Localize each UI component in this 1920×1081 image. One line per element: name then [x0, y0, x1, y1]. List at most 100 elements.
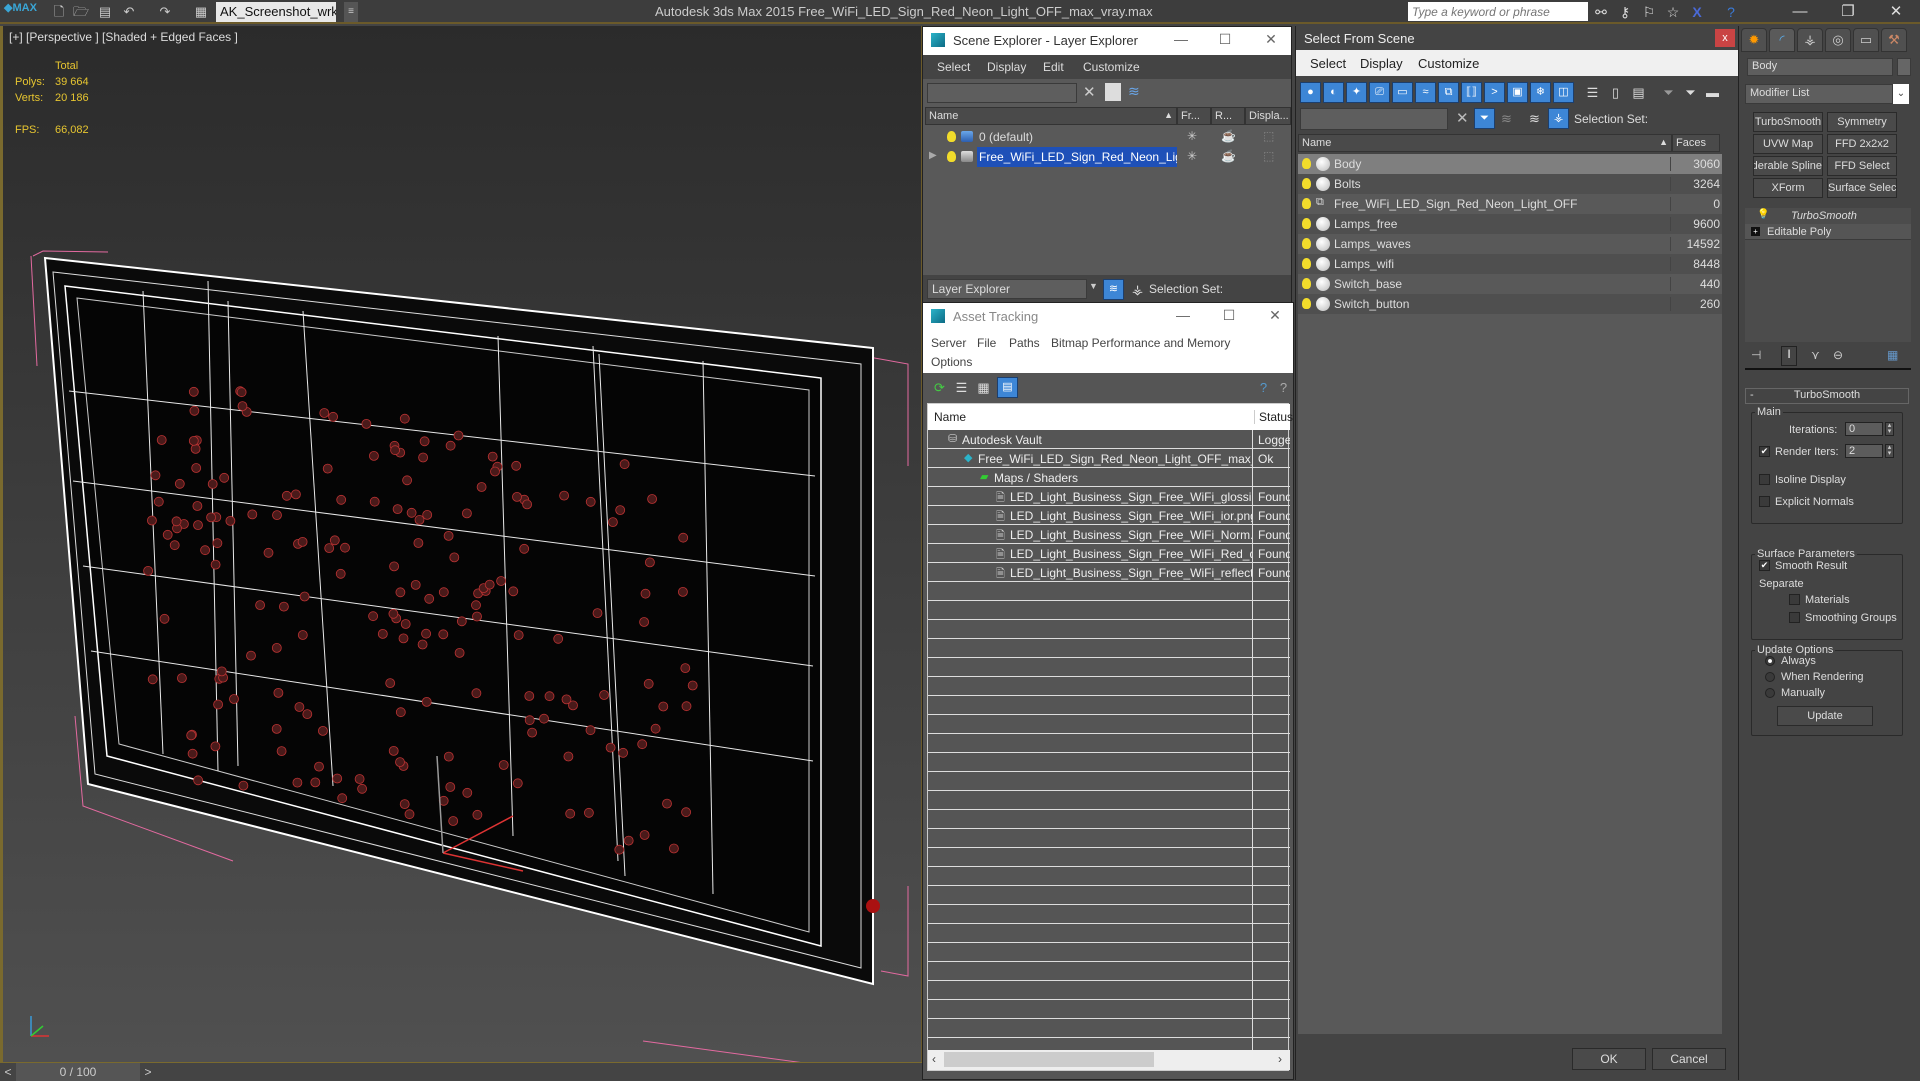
modifier-surface-select-button[interactable]: Surface Select — [1827, 178, 1897, 198]
object-name-field[interactable]: Body — [1747, 58, 1893, 76]
chevron-down-icon[interactable]: ⌄ — [1893, 84, 1909, 104]
object-row[interactable]: Switch_button 260 — [1298, 294, 1722, 314]
menu-server[interactable]: Server — [931, 336, 966, 350]
update-manually-radio[interactable] — [1765, 688, 1775, 698]
scene-explorer-search-input[interactable] — [927, 83, 1077, 103]
expand-plus-icon[interactable]: + — [1751, 227, 1760, 236]
save-icon[interactable]: ▤ — [96, 3, 114, 21]
undo-icon[interactable]: ↶ — [120, 3, 138, 21]
display-box-icon[interactable]: ⬚ — [1263, 149, 1274, 163]
list-view-icon[interactable]: ☰ — [951, 377, 972, 398]
help-icon[interactable]: ? — [1253, 377, 1274, 398]
maximize-button[interactable]: ☐ — [1217, 307, 1241, 327]
menu-display[interactable]: Display — [1360, 56, 1403, 71]
lightbulb-icon[interactable] — [1302, 218, 1311, 229]
object-row[interactable]: Switch_base 440 — [1298, 274, 1722, 294]
help-icon[interactable]: ? — [1722, 3, 1740, 21]
collapse-icon[interactable]: - — [1750, 389, 1754, 401]
asset-row[interactable]: ▰ Maps / Shaders — [928, 468, 1290, 487]
expand-arrow-icon[interactable]: ▶ — [929, 150, 937, 161]
column-name[interactable]: Name ▲ — [925, 107, 1177, 125]
menu-file[interactable]: File — [977, 336, 996, 350]
horizontal-scrollbar[interactable]: ‹ › — [928, 1050, 1290, 1070]
ok-button[interactable]: OK — [1572, 1048, 1646, 1070]
menu-edit[interactable]: Edit — [1043, 60, 1064, 74]
stack-item[interactable]: 💡 TurboSmooth — [1745, 208, 1911, 224]
clear-search-icon[interactable]: ✕ — [1456, 109, 1469, 127]
update-when-rendering-radio[interactable] — [1765, 672, 1775, 682]
motion-tab-icon[interactable]: ◎ — [1825, 28, 1851, 52]
object-row[interactable]: Body 3060 — [1298, 154, 1722, 174]
layer-row[interactable]: ▶ Free_WiFi_LED_Sign_Red_Neon_Ligh... ✳ … — [925, 147, 1291, 167]
spacewarps-filter-icon[interactable]: ≈ — [1415, 82, 1436, 103]
menu-options[interactable]: Options — [931, 355, 972, 369]
column-name[interactable]: Name — [934, 410, 966, 424]
render-teapot-icon[interactable]: ☕ — [1221, 129, 1236, 143]
make-unique-icon[interactable]: ⋎ — [1811, 348, 1820, 362]
helpers-filter-icon[interactable]: ▭ — [1392, 82, 1413, 103]
project-folder-icon[interactable]: ▦ — [192, 3, 210, 21]
sfs-search-input[interactable] — [1300, 108, 1448, 130]
select-all-icon[interactable]: ☰ — [1582, 82, 1603, 103]
layer-add-icon[interactable]: ≋ — [1128, 83, 1140, 100]
render-teapot-icon[interactable]: ☕ — [1221, 149, 1236, 163]
freeze-icon[interactable]: ✳ — [1187, 129, 1197, 143]
close-button[interactable]: ✕ — [1263, 307, 1287, 327]
workspace-menu-icon[interactable]: ≡ — [344, 2, 358, 22]
binoculars-icon[interactable]: ⚯ — [1592, 3, 1610, 21]
layer-row[interactable]: 0 (default) ✳ ☕ ⬚ — [925, 127, 1291, 147]
column-name[interactable]: Name ▲ — [1298, 134, 1672, 152]
modifier-ffd-button[interactable]: FFD 2x2x2 — [1827, 134, 1897, 154]
asset-row[interactable]: 🗎 LED_Light_Business_Sign_Free_WiFi_Norm.… — [928, 525, 1290, 544]
cancel-button[interactable]: Cancel — [1652, 1048, 1726, 1070]
utilities-tab-icon[interactable]: ⚒ — [1881, 28, 1907, 52]
select-invert-icon[interactable]: ▤ — [1628, 82, 1649, 103]
redo-icon[interactable]: ↷ — [156, 3, 174, 21]
remove-modifier-icon[interactable]: ⊖ — [1833, 348, 1843, 362]
clear-search-icon[interactable]: ✕ — [1083, 83, 1096, 101]
lightbulb-icon[interactable]: 💡 — [1757, 209, 1769, 220]
app-menu-button[interactable]: ◆MAX — [4, 1, 40, 23]
explorer-type-dropdown[interactable]: Layer Explorer — [927, 279, 1087, 299]
modifier-renderable-spline-button[interactable]: Renderable Spline — [1753, 156, 1823, 176]
lightbulb-icon[interactable] — [1302, 178, 1311, 189]
search-input[interactable] — [1408, 2, 1588, 21]
render-iters-checkbox[interactable]: ✔ — [1759, 446, 1770, 457]
workspace-dropdown[interactable]: AK_Screenshot_wrksp — [216, 2, 336, 22]
update-always-radio[interactable] — [1765, 656, 1775, 666]
menu-select[interactable]: Select — [937, 60, 970, 74]
lightbulb-icon[interactable] — [1302, 298, 1311, 309]
satellite-icon[interactable]: ⚐ — [1640, 3, 1658, 21]
isoline-display-checkbox[interactable] — [1759, 474, 1770, 485]
object-row[interactable]: Lamps_free 9600 — [1298, 214, 1722, 234]
hierarchy-tab-icon[interactable]: ⚶ — [1797, 28, 1823, 52]
modifier-ffd-select-button[interactable]: FFD Select — [1827, 156, 1897, 176]
asset-tracking-titlebar[interactable]: Asset Tracking — ☐ ✕ — [923, 303, 1293, 333]
layers-icon[interactable]: ≋ — [1524, 108, 1545, 129]
asset-row[interactable]: 🗎 LED_Light_Business_Sign_Free_WiFi_refle… — [928, 563, 1290, 582]
update-button[interactable]: Update — [1777, 706, 1873, 726]
x-exchange-icon[interactable]: X — [1688, 3, 1706, 21]
render-iters-spinner[interactable]: 2 — [1845, 444, 1883, 458]
iterations-spinner[interactable]: 0 — [1845, 422, 1883, 436]
key-icon[interactable]: ⚷ — [1616, 3, 1634, 21]
minimize-button[interactable]: — — [1780, 0, 1820, 24]
menu-bitmap-performance[interactable]: Bitmap Performance and Memory — [1051, 336, 1230, 350]
display-tab-icon[interactable]: ▭ — [1853, 28, 1879, 52]
containers-filter-icon[interactable]: ▣ — [1507, 82, 1528, 103]
filter-funnel-icon[interactable]: ⏷ — [1658, 82, 1679, 103]
configure-modifier-sets-icon[interactable]: ▦ — [1887, 348, 1898, 362]
select-none-icon[interactable]: ▯ — [1605, 82, 1626, 103]
thumbnail-view-icon[interactable]: ▦ — [973, 377, 994, 398]
open-file-icon[interactable]: 🗁 — [72, 3, 90, 21]
frozen-filter-icon[interactable]: ❄ — [1530, 82, 1551, 103]
minimize-button[interactable]: — — [1169, 31, 1193, 51]
create-tab-icon[interactable]: ✹ — [1741, 28, 1767, 52]
object-row[interactable]: Bolts 3264 — [1298, 174, 1722, 194]
lightbulb-icon[interactable] — [947, 131, 956, 142]
object-row[interactable]: ⧉ Free_WiFi_LED_Sign_Red_Neon_Light_OFF 0 — [1298, 194, 1722, 214]
modifier-list-dropdown[interactable]: Modifier List — [1745, 84, 1893, 104]
collapse-icon[interactable]: ▬ — [1702, 82, 1723, 103]
menu-select[interactable]: Select — [1310, 56, 1346, 71]
next-frame-button[interactable]: > — [140, 1063, 156, 1081]
